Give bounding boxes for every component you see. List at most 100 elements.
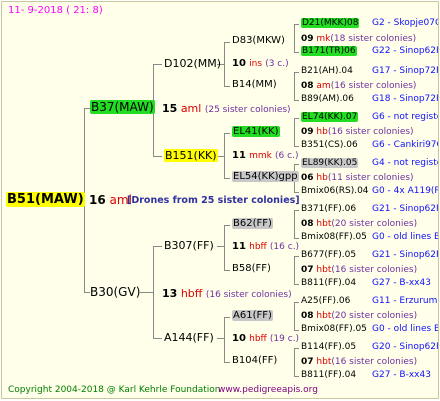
g4-code: G22 - Sinop62R — [372, 46, 439, 56]
connector — [224, 42, 225, 86]
g4-code: G21 - Sinop62R — [372, 204, 439, 214]
g4-entry[interactable]: D21(MKK)08 — [301, 18, 360, 28]
connector — [224, 317, 225, 362]
sire-mating-code: hbff — [180, 287, 203, 300]
sire-queen[interactable]: B30(GV) — [90, 286, 140, 298]
dam-dam-queen[interactable]: D102(MM) — [164, 58, 221, 69]
g4-name: B21(AH).04 — [301, 66, 353, 76]
connector — [294, 118, 295, 146]
root-queen[interactable]: B51(MAW) — [6, 192, 85, 207]
dam-dam-mating-line: 10 ins (3 c.) — [232, 59, 289, 69]
pedigree-chart: 11- 9-2018 ( 21: 8) Copyright 2004-2018 … — [1, 1, 439, 399]
g3-name: B62(FF) — [232, 218, 273, 229]
g3-name: B104(FF) — [232, 355, 278, 366]
g4-entry[interactable]: Bmix08(FF).05 — [301, 233, 367, 242]
connector — [294, 24, 299, 25]
g3-colonies: (16 sister colonies) — [327, 127, 414, 137]
g4-entry[interactable]: Bmix06(RS).04 — [301, 187, 369, 196]
sire-queen-name: B30(GV) — [90, 285, 141, 299]
g4-code: G6 - not registe — [372, 112, 439, 122]
g3-queen[interactable]: A61(FF) — [232, 310, 273, 321]
sire-sire-colonies: (19 c.) — [269, 334, 300, 344]
g4-name: B677(FF).05 — [301, 250, 357, 260]
g4-code: G4 - not registe — [372, 158, 439, 168]
g4-entry[interactable]: B811(FF).04 — [301, 279, 356, 288]
connector — [294, 52, 299, 53]
g3-mating-line: 08 hbt(20 sister colonies) — [301, 312, 417, 321]
connector — [224, 133, 230, 134]
connector — [153, 246, 154, 338]
g4-entry[interactable]: B171(TR)06 — [301, 46, 357, 56]
connector — [224, 225, 230, 226]
g3-name: B14(MM) — [232, 79, 277, 90]
dam-queen-name: B37(MAW) — [90, 100, 155, 114]
g4-name: B114(FF).05 — [301, 342, 357, 352]
g4-entry[interactable]: B677(FF).05 — [301, 251, 356, 260]
g3-queen[interactable]: EL41(KK) — [232, 126, 280, 137]
connector — [140, 292, 153, 293]
g4-entry[interactable]: Bmix08(FF).05 — [301, 325, 367, 334]
g4-entry[interactable]: EL74(KK).07 — [301, 112, 359, 122]
g4-entry[interactable]: B351(CS).06 — [301, 141, 358, 150]
g3-mating-line: 08 hbt(20 sister colonies) — [301, 220, 417, 229]
g4-name: Bmix08(FF).05 — [301, 232, 367, 242]
g3-generation: 09 — [301, 127, 314, 137]
dam-sire-queen[interactable]: B151(KK) — [164, 149, 218, 162]
date-stamp: 11- 9-2018 ( 21: 8) — [8, 5, 103, 16]
sire-dam-colonies: (16 c.) — [269, 242, 300, 252]
g4-entry[interactable]: EL89(KK).05 — [301, 158, 359, 168]
g4-name: B371(FF).06 — [301, 204, 357, 214]
g3-queen[interactable]: B104(FF) — [232, 356, 277, 366]
g3-mating-line: 09 hb(16 sister colonies) — [301, 128, 414, 137]
g4-entry[interactable]: B21(AH).04 — [301, 67, 353, 76]
g3-queen[interactable]: EL54(KK)gpp — [232, 171, 299, 182]
g4-name: EL74(KK).07 — [301, 112, 359, 122]
g4-code: G21 - Sinop62R — [372, 250, 439, 260]
g3-mating-line: 09 mk(18 sister colonies) — [301, 35, 416, 44]
g3-mating-line: 07 hbt(16 sister colonies) — [301, 358, 417, 367]
g4-name: B811(FF).04 — [301, 370, 357, 380]
connector — [294, 118, 299, 119]
g4-name: B171(TR)06 — [301, 46, 357, 56]
g3-mating-code: hbt — [316, 219, 332, 229]
g4-entry[interactable]: B114(FF).05 — [301, 343, 356, 352]
dam-dam-mating-code: ins — [249, 59, 263, 69]
g4-entry[interactable]: B89(AM).06 — [301, 95, 354, 104]
sire-dam-mating-code: hbff — [249, 242, 267, 252]
connector — [224, 270, 230, 271]
g4-name: EL89(KK).05 — [301, 158, 359, 168]
g3-colonies: (11 sister colonies) — [327, 173, 414, 183]
g3-queen[interactable]: B14(MM) — [232, 80, 277, 90]
connector — [224, 42, 230, 43]
sire-dam-queen[interactable]: B307(FF) — [164, 240, 214, 251]
root-queen-name: B51(MAW) — [6, 192, 85, 207]
g4-entry[interactable]: B811(FF).04 — [301, 371, 356, 380]
g3-queen[interactable]: B62(FF) — [232, 218, 273, 229]
g3-name: B58(FF) — [232, 263, 271, 274]
sire-sire-generation: 10 — [232, 333, 246, 344]
connector — [294, 100, 299, 101]
g3-queen[interactable]: B58(FF) — [232, 264, 271, 274]
root-mating-line: 16 aml — [89, 194, 132, 206]
g3-mating-code: hb — [316, 173, 328, 183]
sire-colonies: (16 sister colonies) — [205, 290, 292, 300]
g3-colonies: (16 sister colonies) — [330, 81, 417, 91]
sire-dam-generation: 11 — [232, 241, 246, 252]
g3-colonies: (16 sister colonies) — [331, 265, 418, 275]
connector — [294, 210, 295, 238]
g3-colonies: (16 sister colonies) — [331, 357, 418, 367]
connector — [153, 246, 162, 247]
g3-mating-code: hbt — [316, 265, 332, 275]
g4-name: Bmix06(RS).04 — [301, 186, 369, 196]
g4-entry[interactable]: B371(FF).06 — [301, 205, 356, 214]
sire-sire-queen[interactable]: A144(FF) — [164, 332, 214, 343]
dam-sire-name: B151(KK) — [164, 149, 218, 162]
dam-queen[interactable]: B37(MAW) — [90, 100, 155, 114]
g4-entry[interactable]: A25(FF).06 — [301, 297, 350, 306]
sire-dam-mating-line: 11 hbff (16 c.) — [232, 242, 299, 252]
connector — [294, 376, 299, 377]
g3-queen[interactable]: D83(MKW) — [232, 36, 285, 46]
connector — [217, 156, 224, 157]
connector — [224, 225, 225, 270]
site-link[interactable]: www.pedigreeapis.org — [218, 386, 318, 395]
